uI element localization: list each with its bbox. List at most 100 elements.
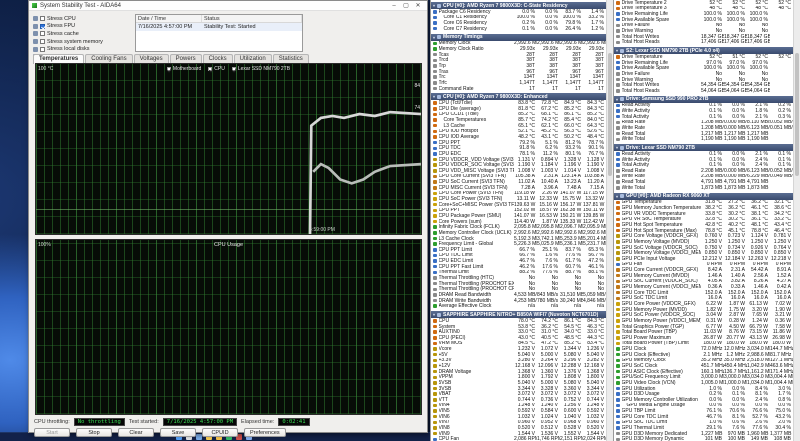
voltage-icon <box>433 409 437 413</box>
temperature-icon <box>433 319 437 323</box>
close-button[interactable]: ✕ <box>412 1 424 11</box>
stress-option-label: Stress FPU <box>47 23 75 29</box>
collapse-icon[interactable]: ▾ <box>616 97 618 102</box>
stress-option-label: Stress cache <box>47 31 79 37</box>
stress-option[interactable]: Stress system memory <box>33 38 133 46</box>
hwinfo-sensor-column-1: ▾CPU [#0]: AMD Ryzen 7 9800X3D: C-State … <box>430 0 606 441</box>
log-datetime: 7/16/2025 4:57:00 PM <box>136 23 202 31</box>
maximize-button[interactable]: ▢ <box>400 1 412 11</box>
temperature-icon <box>616 229 620 233</box>
power-icon <box>616 313 620 317</box>
clock-icon <box>616 359 620 363</box>
scrollbar-thumb[interactable] <box>795 53 799 176</box>
sensor-row[interactable]: Total Host Reads54,064 GB54,064 GB54,064… <box>614 88 793 94</box>
device-icon <box>620 97 624 101</box>
sensor-section-header[interactable]: ▾CPU [#0]: AMD Ryzen 7 9800X3D: Enhanced <box>431 93 606 100</box>
power-icon <box>433 203 437 207</box>
temperature-graph: 100 °C MotherboardCPULexar SSD NM790 2TB… <box>35 63 422 235</box>
temperature-icon <box>433 124 437 128</box>
checkbox[interactable] <box>40 16 45 21</box>
sensor-row[interactable]: Total Host Reads17,406 GB17,406 GB17,406… <box>614 39 793 45</box>
sensor-section-header[interactable]: ▾ GPU [#0]: AMD Radeon RX 9060 XT <box>614 193 793 200</box>
scrollbar-thumb[interactable] <box>608 53 612 176</box>
sensor-section-header[interactable]: ▾Memory Timings <box>431 34 606 41</box>
data-icon <box>433 59 437 63</box>
legend-label: Lexar SSD NM790 2TB <box>238 66 290 72</box>
stress-option[interactable]: Stress FPU <box>33 23 133 31</box>
window-title: System Stability Test - AIDA64 <box>40 3 388 9</box>
collapse-icon[interactable]: ▾ <box>433 312 435 317</box>
stress-option[interactable]: Stress local disks <box>33 45 133 53</box>
usage-icon <box>616 158 620 162</box>
sensor-value: 1,190 MB <box>724 136 747 142</box>
legend-item[interactable]: Motherboard <box>167 66 201 72</box>
sensor-section-header[interactable]: ▾SAPPHIRE SAPPHIRE NITRO+ B850A WIFI7 (N… <box>431 311 606 318</box>
graph-grid <box>36 240 421 414</box>
section-title: GPU [#0]: AMD Radeon RX 9060 XT <box>626 193 710 199</box>
checkbox[interactable] <box>40 24 45 29</box>
sensor-row[interactable]: GPU D3D Memory Dynamic101 MB100 MB149 MB… <box>614 436 793 441</box>
test-log[interactable]: Date / Time Status 7/16/2025 4:57:00 PMS… <box>135 14 303 52</box>
usage-icon <box>433 259 437 263</box>
log-col-status: Status <box>202 15 302 22</box>
sensor-section-header[interactable]: ▾Drive: Lexar SSD NM790 2TB <box>614 144 793 151</box>
sensor-row[interactable]: Write Total1,190 MB1,190 MB1,190 MB <box>614 136 793 142</box>
collapse-icon[interactable]: ▾ <box>616 194 618 199</box>
temperature-icon <box>433 342 437 346</box>
legend-item[interactable]: CPU <box>208 66 225 72</box>
sensor-row[interactable]: CPU Fan2,086 RPM1,746 RPM2,151 RPM2,024 … <box>431 436 606 441</box>
sensor-row[interactable]: Command Rate1T1T1T1T <box>431 86 606 92</box>
legend-label: CPU <box>214 66 225 72</box>
temperature-icon <box>433 107 437 111</box>
log-row[interactable]: 7/16/2025 4:57:00 PMStability Test: Star… <box>136 23 302 31</box>
checkbox[interactable] <box>40 31 45 36</box>
collapse-icon[interactable]: ▾ <box>433 94 435 99</box>
sensor-section-header[interactable]: ▾Drive: Samsung SSD 990 PRO 2TB <box>614 96 793 103</box>
sensor-value: 108 MB <box>770 436 793 441</box>
data-icon <box>616 35 620 39</box>
collapse-icon[interactable]: ▾ <box>433 3 435 8</box>
collapse-icon[interactable]: ▾ <box>616 48 618 53</box>
sensor-row[interactable]: Average Effective Clockn/an/an/an/a <box>431 303 606 309</box>
legend-item[interactable]: Lexar SSD NM790 2TB <box>232 66 290 72</box>
stress-option[interactable]: Stress CPU <box>33 15 133 23</box>
usage-icon <box>616 404 620 408</box>
legend-checkbox[interactable] <box>232 67 236 71</box>
sensor-row[interactable]: Write Total1,873 MB1,873 MB1,873 MB <box>614 185 793 191</box>
sensor-row[interactable]: Core C7 Residency0.1 %0.0 %26.4 %1.2 % <box>431 26 606 32</box>
sensor-value: 26.4 % <box>560 26 583 32</box>
legend-checkbox[interactable] <box>167 67 171 71</box>
temperature-icon <box>433 101 437 105</box>
sensor-scrollbar-1[interactable] <box>606 0 613 441</box>
power-icon <box>616 330 620 334</box>
power-icon <box>616 308 620 312</box>
cpuid-button[interactable]: CPUID <box>202 428 238 437</box>
sensor-label: Total Host Reads <box>622 88 702 94</box>
data-icon <box>616 438 620 441</box>
checkbox[interactable] <box>40 39 45 44</box>
sensor-section-header[interactable]: ▾S2: Lexar SSD NM790 2TB (PCIe 4.0 x4) <box>614 47 793 54</box>
checkbox[interactable] <box>40 47 45 52</box>
data-icon <box>433 75 437 79</box>
stress-option[interactable]: Stress cache <box>33 30 133 38</box>
save-button[interactable]: Save <box>160 428 196 437</box>
clear-button[interactable]: Clear <box>118 428 154 437</box>
fan-icon <box>433 438 437 441</box>
legend-checkbox[interactable] <box>208 67 212 71</box>
sensor-value: 1,873 MB <box>724 185 747 191</box>
throttling-label: CPU throttling: <box>34 419 70 425</box>
status-icon <box>433 282 437 286</box>
sensor-value: n/a <box>514 303 537 309</box>
sensor-label: GPU D3D Memory Dynamic <box>622 436 702 441</box>
sensor-value: n/a <box>537 303 560 309</box>
sensor-scrollbar-2[interactable] <box>793 0 800 441</box>
current-icon <box>616 291 620 295</box>
temperature-icon <box>616 1 620 5</box>
minimize-button[interactable]: – <box>388 1 400 11</box>
stop-button[interactable]: Stop <box>76 428 112 437</box>
preferences-button[interactable]: Preferences <box>244 428 286 437</box>
collapse-icon[interactable]: ▾ <box>616 145 618 150</box>
sensor-section-header[interactable]: ▾CPU [#0]: AMD Ryzen 7 9800X3D: C-State … <box>431 2 606 9</box>
collapse-icon[interactable]: ▾ <box>433 35 435 40</box>
window-titlebar[interactable]: System Stability Test - AIDA64 – ▢ ✕ <box>29 1 427 11</box>
